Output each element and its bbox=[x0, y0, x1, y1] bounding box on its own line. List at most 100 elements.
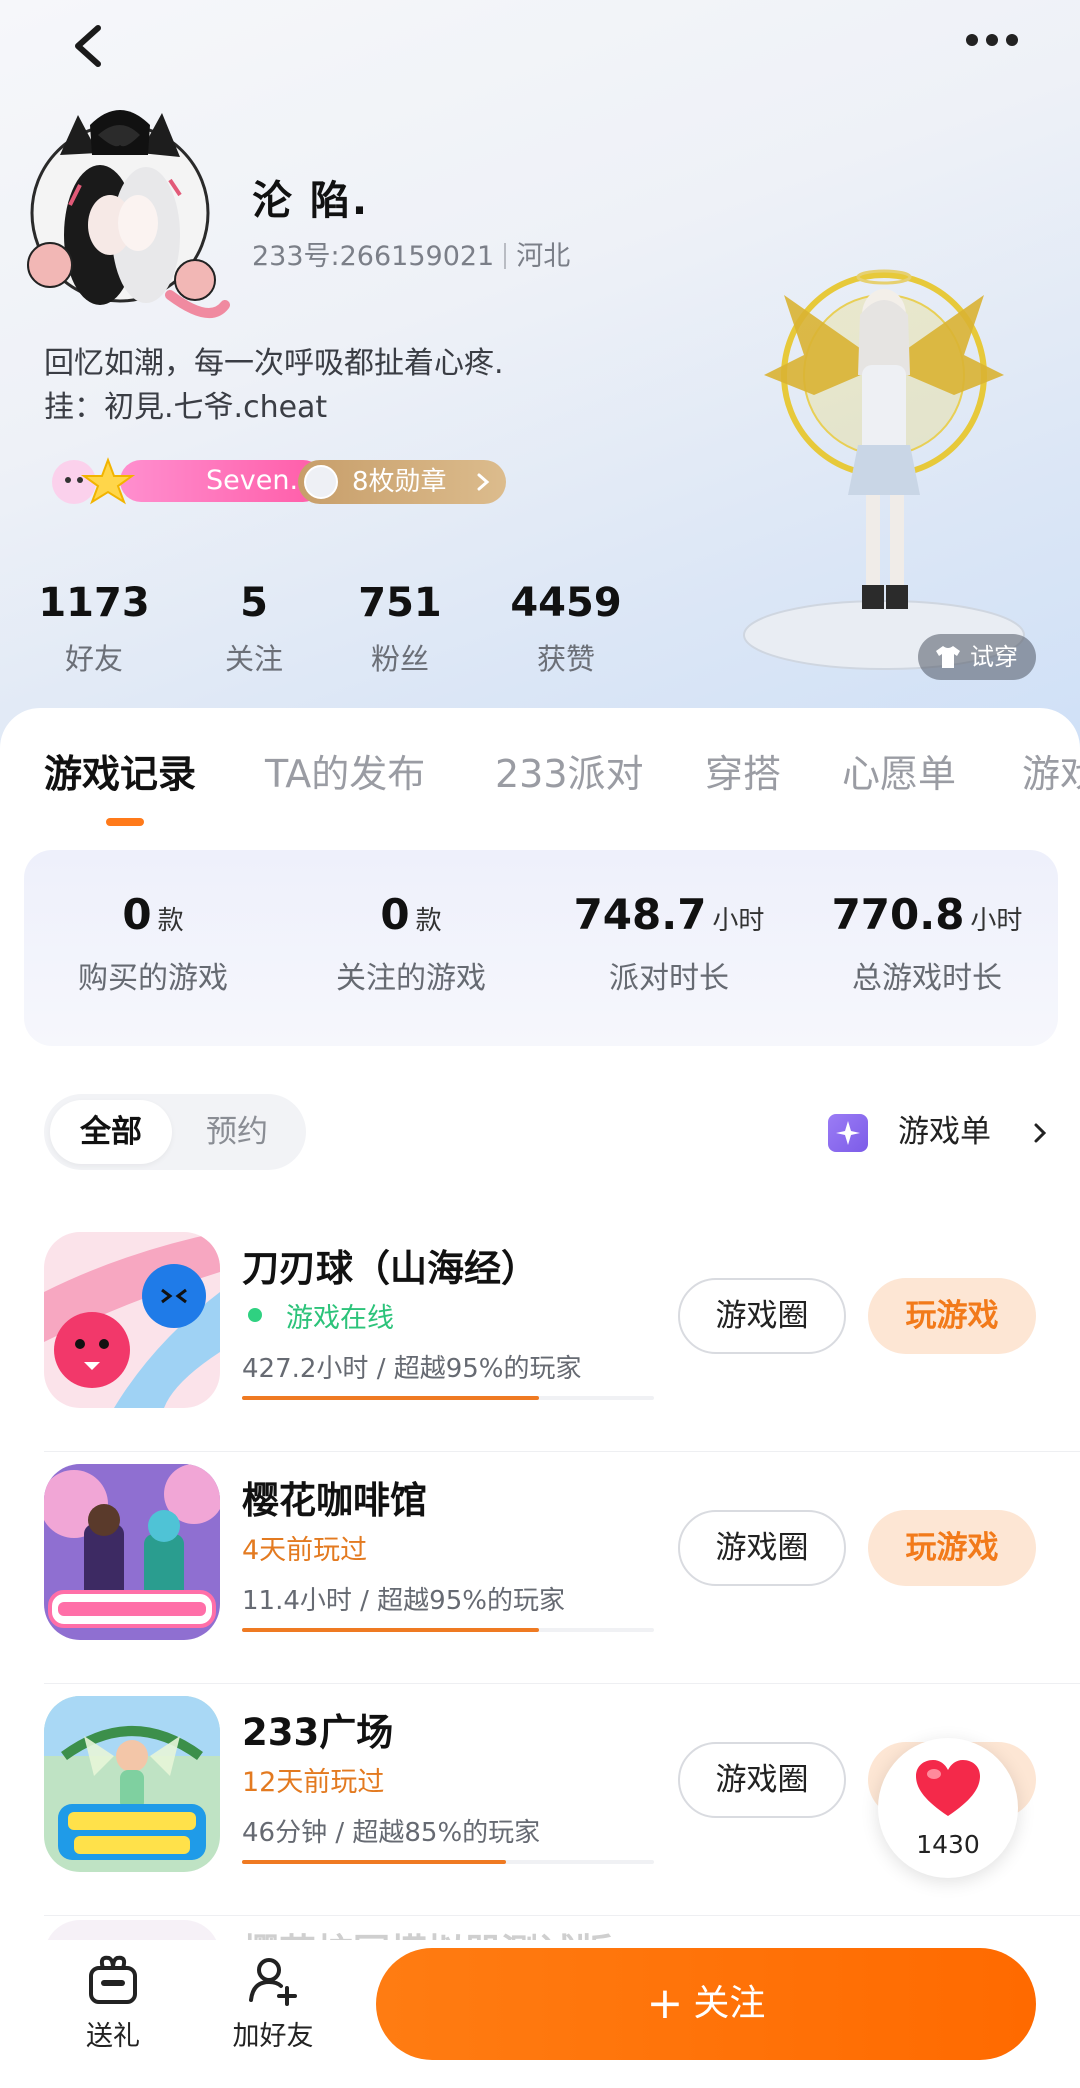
medal-icon bbox=[304, 465, 338, 499]
game-status: 4天前玩过 bbox=[242, 1535, 368, 1566]
playtime-progress-bar bbox=[242, 1396, 654, 1400]
game-circle-button[interactable]: 游戏圈 bbox=[678, 1510, 846, 1586]
tab-233-party[interactable]: 233派对 bbox=[495, 746, 644, 802]
medals-button[interactable]: 8枚勋章 bbox=[298, 460, 506, 504]
tab-games[interactable]: 游戏 bbox=[1022, 746, 1080, 802]
game-playtime: 427.2小时 / 超越95%的玩家 bbox=[242, 1354, 582, 1384]
game-list-link[interactable]: 游戏单 bbox=[828, 1106, 1048, 1158]
active-tab-indicator bbox=[106, 818, 144, 826]
tab-outfits[interactable]: 穿搭 bbox=[705, 746, 781, 802]
level-badge[interactable]: Seven. bbox=[48, 456, 324, 505]
stat-label: 获赞 bbox=[536, 642, 595, 676]
chevron-right-icon bbox=[477, 473, 490, 491]
dot-icon bbox=[986, 34, 998, 46]
stat-fans[interactable]: 751 粉丝 bbox=[320, 578, 480, 678]
try-on-label: 试穿 bbox=[970, 643, 1018, 671]
like-button[interactable]: 1430 bbox=[878, 1738, 1018, 1878]
region: 河北 bbox=[516, 241, 571, 272]
tab-posts[interactable]: TA的发布 bbox=[265, 746, 425, 802]
summary-total-time: 770.8 小时 总游戏时长 bbox=[798, 890, 1056, 997]
summary-followed: 0款 关注的游戏 bbox=[282, 890, 540, 997]
sparkle-icon bbox=[828, 1114, 868, 1152]
chevron-left-icon bbox=[75, 25, 101, 67]
playtime-progress-fill bbox=[242, 1396, 539, 1400]
summary-unit: 小时 bbox=[970, 906, 1023, 936]
game-icon-233-plaza[interactable] bbox=[44, 1696, 220, 1872]
like-count: 1430 bbox=[916, 1830, 980, 1859]
summary-purchased: 0款 购买的游戏 bbox=[24, 890, 282, 997]
profile-stats: 1173 好友 5 关注 751 粉丝 4459 获赞 bbox=[0, 578, 660, 688]
profile-tabs: 游戏记录 TA的发布 233派对 穿搭 心愿单 游戏 bbox=[0, 746, 1080, 826]
level-name: Seven. bbox=[120, 460, 324, 502]
stat-value: 4459 bbox=[510, 580, 622, 626]
dot-icon bbox=[1006, 34, 1018, 46]
play-game-button[interactable]: 玩游戏 bbox=[868, 1278, 1036, 1354]
star-level-icon bbox=[52, 457, 136, 505]
summary-party-time: 748.7 小时 派对时长 bbox=[540, 890, 798, 997]
stat-friends[interactable]: 1173 好友 bbox=[14, 578, 174, 678]
add-friend-icon bbox=[249, 1958, 297, 2006]
bio: 回忆如潮，每一次呼吸都扯着心疼. 挂：初見.七爷.cheat bbox=[44, 342, 504, 430]
game-row[interactable]: 刀刃球（山海经） 游戏在线 427.2小时 / 超越95%的玩家 游戏圈 玩游戏 bbox=[0, 1220, 1080, 1452]
follow-button[interactable]: + 关注 bbox=[376, 1948, 1036, 2060]
game-list-label: 游戏单 bbox=[898, 1114, 991, 1150]
more-options-button[interactable] bbox=[960, 20, 1024, 60]
bottom-action-bar: 送礼 加好友 + 关注 bbox=[0, 1940, 1080, 2088]
avatar-3d-model[interactable] bbox=[734, 255, 1034, 675]
game-status: 游戏在线 bbox=[242, 1296, 394, 1335]
filter-reserved[interactable]: 预约 bbox=[176, 1100, 298, 1164]
filter-all[interactable]: 全部 bbox=[50, 1100, 172, 1164]
add-friend-button[interactable]: 加好友 bbox=[218, 1952, 328, 2053]
stat-likes[interactable]: 4459 获赞 bbox=[486, 578, 646, 678]
game-circle-button[interactable]: 游戏圈 bbox=[678, 1278, 846, 1354]
game-icon-blade-ball[interactable] bbox=[44, 1232, 220, 1408]
playtime-progress-fill bbox=[242, 1860, 506, 1864]
tab-wishlist[interactable]: 心愿单 bbox=[842, 746, 956, 802]
stat-following[interactable]: 5 关注 bbox=[174, 578, 334, 678]
send-gift-button[interactable]: 送礼 bbox=[58, 1952, 168, 2053]
summary-label: 派对时长 bbox=[609, 961, 729, 996]
avatar[interactable] bbox=[20, 95, 230, 330]
try-on-button[interactable]: 试穿 bbox=[918, 634, 1036, 680]
game-playtime: 46分钟 / 超越85%的玩家 bbox=[242, 1818, 541, 1848]
playtime-progress-fill bbox=[242, 1628, 539, 1632]
back-button[interactable] bbox=[60, 16, 120, 76]
summary-value: 0 bbox=[380, 890, 410, 939]
content-sheet: 游戏记录 TA的发布 233派对 穿搭 心愿单 游戏 0款 购买的游戏 0款 关… bbox=[0, 708, 1080, 2088]
online-dot-icon bbox=[248, 1308, 262, 1322]
summary-label: 购买的游戏 bbox=[78, 961, 228, 996]
game-status: 12天前玩过 bbox=[242, 1767, 385, 1798]
game-title: 樱花咖啡馆 bbox=[242, 1479, 427, 1522]
stat-label: 关注 bbox=[224, 642, 283, 676]
nickname: 沦 陷. bbox=[252, 178, 370, 224]
medals-label: 8枚勋章 bbox=[352, 467, 447, 497]
chevron-right-icon bbox=[1034, 1123, 1047, 1143]
summary-unit: 小时 bbox=[712, 906, 765, 936]
stat-value: 751 bbox=[358, 580, 442, 626]
bio-line: 挂：初見.七爷.cheat bbox=[44, 390, 328, 425]
dot-icon bbox=[966, 34, 978, 46]
uid-region-line: 233号:266159021 河北 bbox=[252, 234, 570, 273]
play-game-button[interactable]: 玩游戏 bbox=[868, 1510, 1036, 1586]
game-row[interactable]: 樱花咖啡馆 4天前玩过 11.4小时 / 超越95%的玩家 游戏圈 玩游戏 bbox=[0, 1452, 1080, 1684]
game-icon-sakura-coffee[interactable] bbox=[44, 1464, 220, 1640]
heart-icon bbox=[916, 1760, 980, 1816]
divider bbox=[504, 243, 507, 269]
playtime-progress-bar bbox=[242, 1860, 654, 1864]
summary-value: 0 bbox=[122, 890, 152, 939]
game-circle-button[interactable]: 游戏圈 bbox=[678, 1742, 846, 1818]
follow-label: 关注 bbox=[693, 1983, 766, 2024]
summary-value: 770.8 bbox=[831, 890, 965, 939]
tab-game-records[interactable]: 游戏记录 bbox=[44, 746, 196, 802]
gift-icon bbox=[89, 1955, 137, 2004]
stat-value: 1173 bbox=[38, 580, 150, 626]
stat-value: 5 bbox=[240, 580, 268, 626]
stat-label: 好友 bbox=[64, 642, 123, 676]
bio-line: 回忆如潮，每一次呼吸都扯着心疼. bbox=[44, 346, 504, 381]
game-status-text: 游戏在线 bbox=[286, 1303, 394, 1334]
plus-icon: + bbox=[646, 1978, 684, 2029]
game-playtime: 11.4小时 / 超越95%的玩家 bbox=[242, 1586, 565, 1616]
profile-page: 沦 陷. 233号:266159021 河北 回忆如潮，每一次呼吸都扯着心疼. 挂… bbox=[0, 0, 1080, 2088]
game-summary-card: 0款 购买的游戏 0款 关注的游戏 748.7 小时 派对时长 770.8 小时 总… bbox=[24, 850, 1058, 1046]
uid: 233号:266159021 bbox=[252, 241, 495, 272]
